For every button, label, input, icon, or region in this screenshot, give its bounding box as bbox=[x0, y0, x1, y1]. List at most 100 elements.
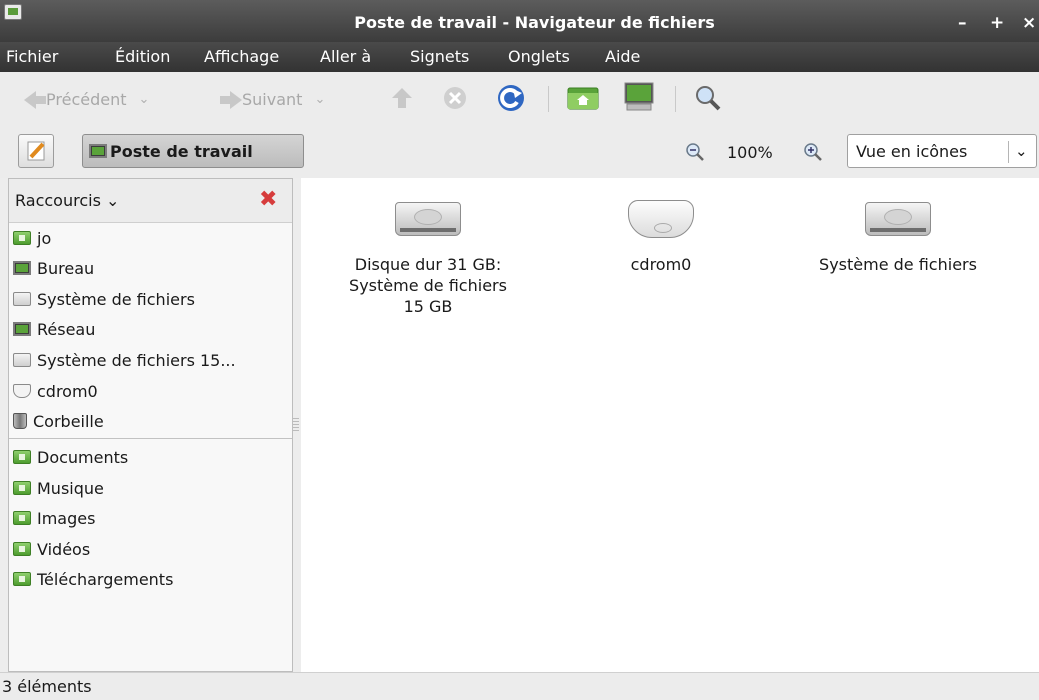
pane-resize-handle[interactable] bbox=[293, 418, 299, 432]
folder-icon bbox=[13, 481, 31, 495]
sidebar-item-label: Système de fichiers bbox=[37, 289, 195, 309]
reload-button[interactable] bbox=[497, 84, 525, 112]
file-item-label: 15 GB bbox=[403, 297, 453, 316]
stop-icon bbox=[444, 87, 466, 109]
sidebar-item-musique[interactable]: Musique bbox=[9, 474, 292, 502]
up-button[interactable] bbox=[391, 86, 413, 110]
reload-icon bbox=[498, 85, 524, 111]
forward-button[interactable]: Suivant ⌄ bbox=[220, 90, 325, 109]
drive-icon bbox=[13, 353, 31, 367]
computer-icon bbox=[89, 144, 107, 158]
folder-icon bbox=[13, 572, 31, 586]
sidebar-item-documents[interactable]: Documents bbox=[9, 443, 292, 471]
file-view[interactable]: Disque dur 31 GB: Système de fichiers 15… bbox=[301, 178, 1039, 672]
menu-aller-a[interactable]: Aller à bbox=[320, 48, 371, 66]
folder-icon bbox=[13, 542, 31, 556]
menu-onglets[interactable]: Onglets bbox=[508, 48, 570, 66]
drive-icon bbox=[13, 292, 31, 306]
sidebar-item-label: Musique bbox=[37, 478, 104, 498]
chevron-down-icon: ⌄ bbox=[1015, 142, 1028, 160]
zoom-out-icon[interactable] bbox=[685, 142, 705, 162]
sidebar-item-label: Téléchargements bbox=[37, 569, 174, 589]
edit-location-button[interactable] bbox=[18, 134, 54, 168]
forward-arrow-icon bbox=[230, 90, 242, 109]
status-text: 3 éléments bbox=[2, 677, 92, 696]
home-folder-icon bbox=[13, 231, 31, 245]
zoom-in-icon[interactable] bbox=[803, 142, 823, 162]
sidebar-item-filesystem-15[interactable]: Système de fichiers 15... bbox=[9, 346, 292, 374]
sidebar-item-label: Images bbox=[37, 508, 96, 528]
search-button[interactable] bbox=[694, 84, 722, 112]
stop-button[interactable] bbox=[443, 86, 467, 110]
sidebar-mode-select[interactable]: Raccourcis ⌄ bbox=[15, 191, 119, 210]
sidebar-item-label: Bureau bbox=[37, 258, 95, 278]
view-mode-label: Vue en icônes bbox=[856, 142, 968, 161]
menu-signets[interactable]: Signets bbox=[410, 48, 469, 66]
sidebar-item-label: Documents bbox=[37, 447, 129, 467]
toolbar-separator bbox=[548, 86, 549, 112]
folder-icon bbox=[13, 450, 31, 464]
home-icon bbox=[567, 87, 599, 110]
sidebar-item-filesystem[interactable]: Système de fichiers bbox=[9, 285, 292, 313]
path-button-label: Poste de travail bbox=[110, 141, 253, 161]
back-history-chevron-icon[interactable]: ⌄ bbox=[139, 92, 150, 107]
home-button[interactable] bbox=[567, 85, 599, 111]
sidebar-item-cdrom[interactable]: cdrom0 bbox=[9, 377, 292, 405]
zoom-level: 100% bbox=[727, 143, 773, 162]
desktop-icon bbox=[13, 261, 31, 275]
sidebar-item-home[interactable]: jo bbox=[9, 224, 292, 252]
search-icon bbox=[696, 86, 721, 111]
back-arrow-icon bbox=[24, 90, 36, 109]
sidebar-item-trash[interactable]: Corbeille bbox=[9, 407, 292, 435]
menu-aide[interactable]: Aide bbox=[605, 48, 640, 66]
forward-history-chevron-icon[interactable]: ⌄ bbox=[314, 92, 325, 107]
sidebar-item-bureau[interactable]: Bureau bbox=[9, 254, 292, 282]
sidebar-header: Raccourcis ⌄ ✖ bbox=[9, 179, 292, 223]
hard-drive-icon bbox=[395, 202, 461, 236]
file-item-label: cdrom0 bbox=[630, 255, 692, 274]
sidebar-item-videos[interactable]: Vidéos bbox=[9, 535, 292, 563]
file-item-disque-dur[interactable]: Disque dur 31 GB: Système de fichiers 15… bbox=[323, 202, 533, 317]
sidebar-item-label: jo bbox=[37, 228, 52, 248]
sidebar-item-images[interactable]: Images bbox=[9, 504, 292, 532]
sidebar-item-label: Corbeille bbox=[33, 411, 104, 431]
location-bar: Poste de travail 100% Vue en icônes ⌄ bbox=[0, 126, 1039, 178]
status-bar: 3 éléments bbox=[0, 672, 1039, 700]
hard-drive-icon bbox=[865, 202, 931, 236]
sidebar-item-label: cdrom0 bbox=[37, 381, 98, 401]
file-item-systeme-de-fichiers[interactable]: Système de fichiers bbox=[793, 202, 1003, 275]
maximize-button[interactable]: + bbox=[990, 14, 1004, 32]
file-item-cdrom0[interactable]: cdrom0 bbox=[591, 200, 731, 275]
title-bar: Poste de travail - Navigateur de fichier… bbox=[0, 0, 1039, 42]
sidebar: Raccourcis ⌄ ✖ jo Bureau Système de fich… bbox=[8, 178, 293, 672]
sidebar-item-label: Vidéos bbox=[37, 539, 91, 559]
view-mode-select[interactable]: Vue en icônes ⌄ bbox=[847, 134, 1037, 168]
back-button[interactable]: Précédent ⌄ bbox=[24, 90, 149, 109]
toolbar: Précédent ⌄ Suivant ⌄ bbox=[0, 72, 1039, 126]
optical-drive-icon bbox=[628, 200, 694, 238]
sidebar-item-telechargements[interactable]: Téléchargements bbox=[9, 565, 292, 593]
file-item-label: Système de fichiers bbox=[349, 276, 507, 295]
minimize-button[interactable]: – bbox=[958, 14, 967, 32]
folder-icon bbox=[13, 511, 31, 525]
path-button[interactable]: Poste de travail bbox=[82, 134, 304, 168]
file-item-label: Système de fichiers bbox=[819, 255, 977, 274]
back-label: Précédent bbox=[46, 90, 127, 109]
up-arrow-icon bbox=[392, 88, 412, 108]
network-icon bbox=[13, 322, 31, 336]
sidebar-item-network[interactable]: Réseau bbox=[9, 315, 292, 343]
menu-fichier[interactable]: Fichier bbox=[6, 48, 58, 66]
pencil-icon bbox=[27, 141, 45, 161]
file-item-label: Disque dur 31 GB: bbox=[354, 255, 502, 274]
cdrom-icon bbox=[13, 384, 31, 398]
trash-icon bbox=[13, 413, 27, 429]
close-button[interactable]: × bbox=[1022, 14, 1036, 32]
sidebar-divider bbox=[9, 438, 292, 439]
computer-button[interactable] bbox=[622, 82, 656, 112]
menu-edition[interactable]: Édition bbox=[115, 48, 170, 66]
close-sidebar-icon[interactable]: ✖ bbox=[259, 189, 277, 211]
sidebar-item-label: Réseau bbox=[37, 319, 96, 339]
menu-affichage[interactable]: Affichage bbox=[204, 48, 279, 66]
computer-icon bbox=[624, 82, 654, 111]
forward-label: Suivant bbox=[242, 90, 303, 109]
